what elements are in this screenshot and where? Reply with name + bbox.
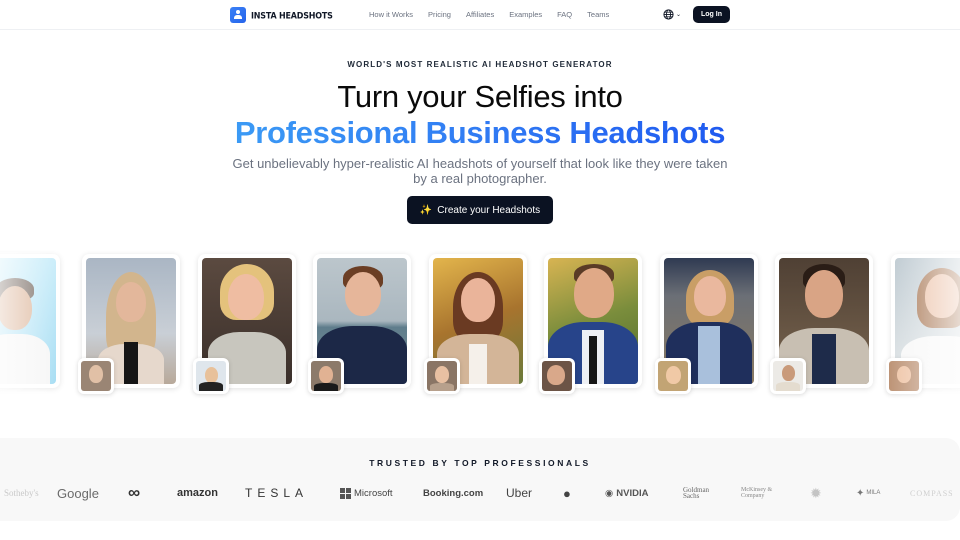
logo-goldman-sachs: Goldman Sachs [683,486,710,500]
headshot-gallery [0,252,960,402]
logo-uber: Uber [506,486,533,500]
nav-links: How it Works Pricing Affiliates Examples… [369,10,609,19]
hero-title-line1: Turn your Selfies into [337,79,623,114]
nav-link-pricing[interactable]: Pricing [428,10,451,19]
hero-title-line2: Professional Business Headshots [0,115,960,151]
nav-link-teams[interactable]: Teams [587,10,609,19]
globe-icon [663,9,674,20]
logo-apple: ● [563,485,571,501]
selfie-thumbnail [308,358,344,394]
logo-amazon: amazon [177,487,218,499]
nav-link-faq[interactable]: FAQ [557,10,572,19]
language-selector[interactable]: ⌄ [663,9,681,20]
logo-mckinsey: McKinsey & Company [741,487,773,499]
nav-link-how-it-works[interactable]: How it Works [369,10,413,19]
brand-logo[interactable]: INSTA HEADSHOTS [230,7,333,23]
mila-wordmark: MILA [866,490,881,496]
create-headshots-label: Create your Headshots [437,204,541,216]
logo-seal: ✹ [810,484,822,501]
selfie-thumbnail [655,358,691,394]
login-button[interactable]: Log In [693,6,730,23]
top-nav: INSTA HEADSHOTS How it Works Pricing Aff… [0,0,960,30]
selfie-thumbnail [78,358,114,394]
microsoft-grid-icon [340,487,351,499]
logo-meta: ∞ [128,483,141,502]
logo-mila: ✦ MILA [856,484,880,502]
nvidia-wordmark: NVIDIA [616,487,649,499]
mila-figure-icon: ✦ [856,487,865,499]
brand-name: INSTA HEADSHOTS [251,9,333,21]
sparkles-icon: ✨ [419,204,433,216]
nvidia-eye-icon: ◉ [605,487,614,499]
nav-link-examples[interactable]: Examples [509,10,542,19]
logo-nvidia: ◉ NVIDIA [605,484,649,502]
selfie-thumbnail [193,358,229,394]
selfie-thumbnail [424,358,460,394]
logo-compass: COMPASS [910,488,954,498]
hero-subtitle: Get unbelievably hyper-realistic AI head… [232,156,728,186]
trusted-section: TRUSTED BY TOP PROFESSIONALS Sotheby's G… [0,438,960,521]
logo-icon [230,7,246,23]
logo-sothebys: Sotheby's [4,488,39,498]
logo-booking: Booking.com [423,487,484,499]
selfie-thumbnail [770,358,806,394]
logo-google: Google [57,485,99,501]
logo-tesla: TESLA [245,486,309,500]
create-headshots-button[interactable]: ✨ Create your Headshots [407,196,553,224]
microsoft-wordmark: Microsoft [354,487,393,499]
hero-title-highlight: Professional Business Headshots [234,115,726,150]
hero-eyebrow: WORLD'S MOST REALISTIC AI HEADSHOT GENER… [347,60,613,69]
nav-link-affiliates[interactable]: Affiliates [466,10,494,19]
trusted-title: TRUSTED BY TOP PROFESSIONALS [369,458,591,468]
logo-strip: Sotheby's Google ∞ amazon TESLA Microsof… [0,483,960,502]
selfie-thumbnail [539,358,575,394]
chevron-down-icon: ⌄ [676,12,682,18]
logo-microsoft: Microsoft [340,484,393,502]
